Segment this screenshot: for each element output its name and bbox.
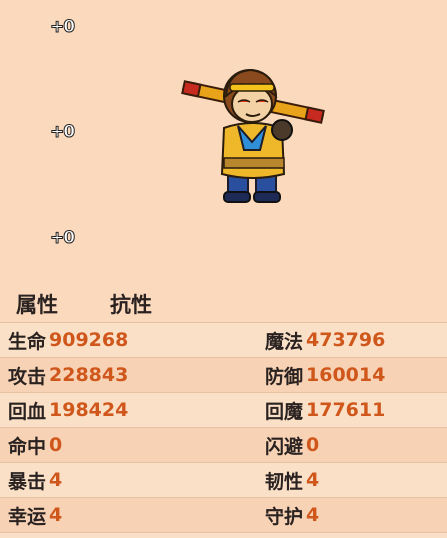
stat-label: 防御 <box>265 365 304 388</box>
equipment-slot-bonus[interactable]: +0 <box>49 122 75 143</box>
stat-value: 4 <box>49 469 63 491</box>
stat-value: 4 <box>306 504 320 526</box>
stat-label: 攻击 <box>8 365 47 388</box>
stat-value: 4 <box>306 469 320 491</box>
stat-row: 攻击 228843 防御 160014 <box>0 357 447 392</box>
stat-row-cutoff <box>0 532 447 538</box>
tab-resistance[interactable]: 抗性 <box>110 289 152 319</box>
stat-label: 命中 <box>8 435 47 458</box>
stat-value: 0 <box>49 434 63 456</box>
stat-value: 909268 <box>49 329 129 351</box>
stat-value: 177611 <box>306 399 386 421</box>
stat-label: 守护 <box>265 505 304 528</box>
stat-label: 回魔 <box>265 400 304 423</box>
stat-row: 命中 0 闪避 0 <box>0 427 447 462</box>
stat-value: 160014 <box>306 364 386 386</box>
attribute-tabs: 属性 抗性 <box>16 289 152 319</box>
stat-label: 暴击 <box>8 470 47 493</box>
stat-value: 228843 <box>49 364 129 386</box>
stats-table: 生命 909268 魔法 473796 攻击 228843 防御 160014 回血 19… <box>0 322 447 538</box>
stat-label: 闪避 <box>265 435 304 458</box>
stat-label: 回血 <box>8 400 47 423</box>
stat-value: 4 <box>49 504 63 526</box>
monkey-king-character-sprite <box>181 68 325 203</box>
stat-value: 0 <box>306 434 320 456</box>
stat-value: 473796 <box>306 329 386 351</box>
equipment-slot-bonus[interactable]: +0 <box>49 17 75 38</box>
stat-row: 暴击 4 韧性 4 <box>0 462 447 497</box>
stat-value: 198424 <box>49 399 129 421</box>
stat-label: 生命 <box>8 330 47 353</box>
stat-label: 魔法 <box>265 330 304 353</box>
tab-attributes[interactable]: 属性 <box>16 289 58 319</box>
stat-row: 幸运 4 守护 4 <box>0 497 447 532</box>
stat-row: 生命 909268 魔法 473796 <box>0 322 447 357</box>
stat-row: 回血 198424 回魔 177611 <box>0 392 447 427</box>
stat-label: 韧性 <box>265 470 304 493</box>
stat-label: 幸运 <box>8 505 47 528</box>
equipment-slot-bonus[interactable]: +0 <box>49 228 75 249</box>
